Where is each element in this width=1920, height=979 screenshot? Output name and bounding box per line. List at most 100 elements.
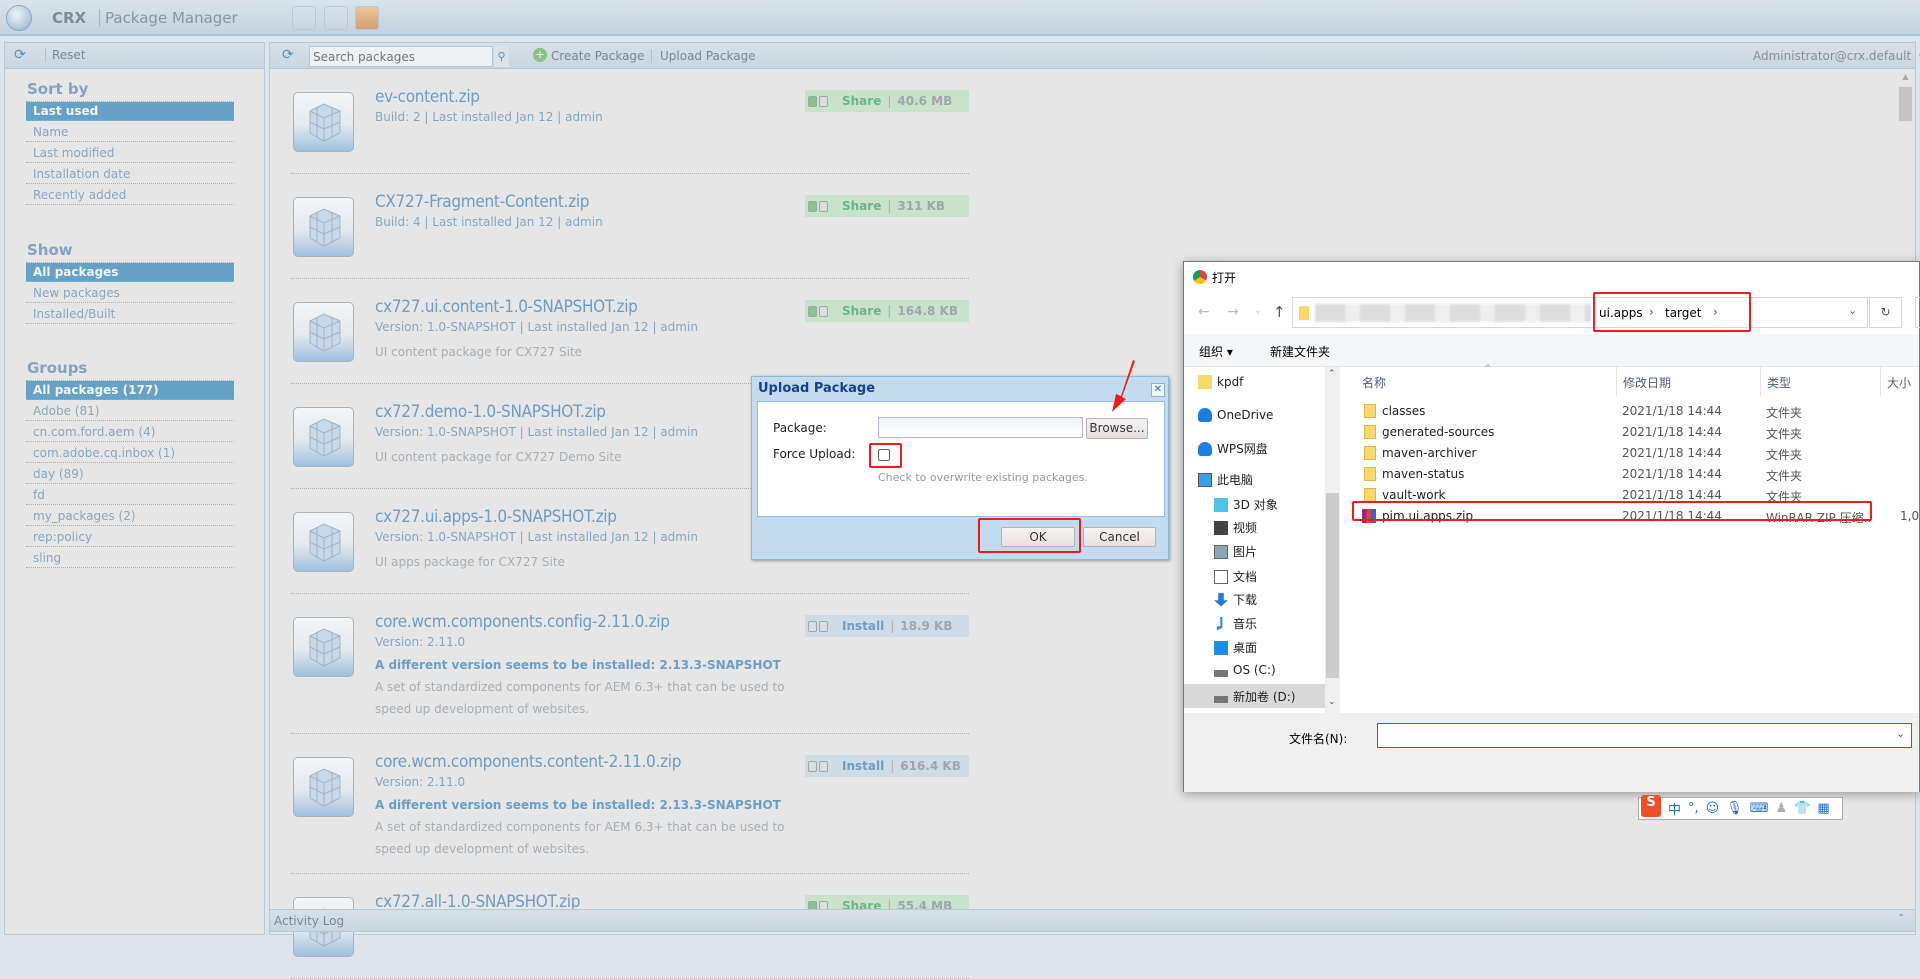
organize-button[interactable]: 组织 ▾ bbox=[1199, 343, 1233, 360]
scroll-down-icon[interactable]: ⌄ bbox=[1328, 697, 1336, 707]
upload-package-button[interactable]: Upload Package bbox=[651, 49, 756, 63]
keyboard-icon[interactable]: ⌨ bbox=[1750, 801, 1769, 816]
sidebar-show-item[interactable]: All packages bbox=[26, 263, 234, 282]
sidebar-groups-item[interactable]: All packages (177) bbox=[26, 381, 234, 400]
search-box[interactable] bbox=[1915, 297, 1920, 328]
file-row[interactable]: classes 2021/1/18 14:44 文件夹 bbox=[1352, 401, 1872, 421]
tools-icon[interactable] bbox=[292, 6, 316, 30]
toolbox-icon[interactable]: ▦ bbox=[1817, 801, 1829, 816]
search-input[interactable] bbox=[309, 46, 493, 67]
ime-mode-toggle[interactable]: 中 bbox=[1668, 799, 1681, 818]
package-row[interactable]: CX727-Fragment-Content.zip Build: 4 | Las… bbox=[291, 174, 969, 279]
sidebar-groups-item[interactable]: fd bbox=[26, 486, 234, 505]
expand-icon[interactable]: ⌃ bbox=[1897, 913, 1905, 924]
nav-item[interactable]: OS (C:) bbox=[1184, 659, 1325, 683]
file-row[interactable]: generated-sources 2021/1/18 14:44 文件夹 bbox=[1352, 422, 1872, 442]
browse-button[interactable]: Browse... bbox=[1086, 418, 1148, 439]
new-folder-button[interactable]: 新建文件夹 bbox=[1270, 343, 1330, 360]
sogou-logo-icon[interactable]: S bbox=[1641, 794, 1661, 817]
user-icon[interactable]: ♟ bbox=[1776, 801, 1788, 816]
activity-log-bar[interactable]: Activity Log ⌃ bbox=[270, 909, 1915, 932]
scroll-thumb[interactable] bbox=[1326, 493, 1339, 678]
address-bar[interactable]: ui.apps › target › ⌄ bbox=[1292, 297, 1868, 328]
microphone-icon[interactable]: 🎙 bbox=[1726, 801, 1743, 816]
filename-dropdown-icon[interactable]: ⌄ bbox=[1896, 727, 1905, 740]
package-row[interactable]: core.wcm.components.content-2.11.0.zip Ve… bbox=[291, 734, 969, 874]
sidebar-groups-item[interactable]: rep:policy bbox=[26, 528, 234, 547]
sidebar-groups-item[interactable]: my_packages (2) bbox=[26, 507, 234, 526]
nav-item[interactable]: 3D 对象 bbox=[1184, 492, 1325, 516]
reset-button[interactable]: Reset bbox=[45, 48, 86, 62]
package-name[interactable]: CX727-Fragment-Content.zip bbox=[375, 192, 590, 212]
nav-item[interactable]: kpdf bbox=[1184, 371, 1325, 395]
scroll-up-icon[interactable]: ⌃ bbox=[1328, 369, 1336, 379]
refresh-icon[interactable]: ↻ bbox=[1869, 297, 1902, 328]
package-name[interactable]: cx727.demo-1.0-SNAPSHOT.zip bbox=[375, 402, 606, 422]
sidebar-groups-item[interactable]: Adobe (81) bbox=[26, 402, 234, 421]
recent-chevron-icon[interactable]: ⌄ bbox=[1254, 306, 1262, 316]
scroll-thumb[interactable] bbox=[1899, 87, 1912, 121]
sidebar-sort-item[interactable]: Name bbox=[26, 123, 234, 142]
nav-item[interactable]: 下载 bbox=[1184, 587, 1325, 611]
share-icon[interactable] bbox=[355, 6, 379, 30]
share-button[interactable]: Share bbox=[842, 94, 881, 108]
emoji-icon[interactable]: ☺ bbox=[1706, 801, 1720, 816]
package-name[interactable]: core.wcm.components.content-2.11.0.zip bbox=[375, 752, 681, 772]
package-name[interactable]: ev-content.zip bbox=[375, 87, 480, 107]
sidebar-groups-item[interactable]: day (89) bbox=[26, 465, 234, 484]
share-button[interactable]: Share bbox=[842, 199, 881, 213]
cancel-button[interactable]: Cancel bbox=[1083, 527, 1156, 547]
sidebar-show-item[interactable]: Installed/Built bbox=[26, 305, 234, 324]
column-header[interactable]: 类型 bbox=[1767, 374, 1791, 391]
sidebar-groups-item[interactable]: cn.com.ford.aem (4) bbox=[26, 423, 234, 442]
nav-item[interactable]: 文档 bbox=[1184, 564, 1325, 588]
nav-item[interactable]: OneDrive bbox=[1184, 404, 1325, 428]
column-divider[interactable] bbox=[1616, 367, 1617, 397]
nav-item[interactable]: 新加卷 (D:) bbox=[1184, 684, 1325, 708]
nav-item[interactable]: 音乐 bbox=[1184, 611, 1325, 635]
package-row[interactable]: cx727.ui.content-1.0-SNAPSHOT.zip Version… bbox=[291, 279, 969, 384]
sidebar-groups-item[interactable]: sling bbox=[26, 549, 234, 568]
sidebar-sort-item[interactable]: Installation date bbox=[26, 165, 234, 184]
nav-item[interactable]: 此电脑 bbox=[1184, 467, 1325, 491]
up-icon[interactable]: ↑ bbox=[1273, 303, 1286, 321]
nav-item[interactable]: 桌面 bbox=[1184, 635, 1325, 659]
filename-input[interactable] bbox=[1377, 723, 1912, 748]
file-row[interactable]: maven-archiver 2021/1/18 14:44 文件夹 bbox=[1352, 443, 1872, 463]
package-row[interactable]: ev-content.zip Build: 2 | Last installed … bbox=[291, 69, 969, 174]
share-button[interactable]: Share bbox=[842, 304, 881, 318]
nav-item[interactable]: 图片 bbox=[1184, 539, 1325, 563]
forward-icon[interactable]: → bbox=[1227, 304, 1239, 320]
package-name[interactable]: cx727.ui.content-1.0-SNAPSHOT.zip bbox=[375, 297, 638, 317]
ime-punctuation-toggle[interactable]: °, bbox=[1688, 801, 1699, 816]
close-icon[interactable]: ✕ bbox=[1151, 383, 1165, 397]
sidebar-groups-item[interactable]: com.adobe.cq.inbox (1) bbox=[26, 444, 234, 463]
package-row[interactable]: core.wcm.components.config-2.11.0.zip Ver… bbox=[291, 594, 969, 734]
install-button[interactable]: Install bbox=[842, 619, 884, 633]
package-icon[interactable] bbox=[324, 6, 348, 30]
user-menu[interactable]: Administrator@crx.default ▼ bbox=[1753, 49, 1920, 63]
nav-scrollbar[interactable]: ⌃ ⌄ bbox=[1325, 367, 1340, 713]
column-divider[interactable] bbox=[1880, 367, 1881, 397]
nav-item[interactable]: WPS网盘 bbox=[1184, 436, 1325, 460]
sidebar-sort-item[interactable]: Last modified bbox=[26, 144, 234, 163]
column-header[interactable]: 大小 bbox=[1887, 374, 1911, 391]
skin-icon[interactable]: 👕 bbox=[1794, 801, 1810, 816]
package-file-input[interactable] bbox=[878, 417, 1083, 438]
sidebar-sort-item[interactable]: Recently added bbox=[26, 186, 234, 205]
refresh-icon[interactable]: ⟳ bbox=[282, 47, 294, 63]
scroll-up-icon[interactable]: ▲ bbox=[1899, 72, 1912, 81]
search-icon[interactable]: ⚲ bbox=[494, 46, 509, 67]
sidebar-show-item[interactable]: New packages bbox=[26, 284, 234, 303]
package-name[interactable]: core.wcm.components.config-2.11.0.zip bbox=[375, 612, 670, 632]
install-button[interactable]: Install bbox=[842, 759, 884, 773]
column-divider[interactable] bbox=[1760, 367, 1761, 397]
address-dropdown-icon[interactable]: ⌄ bbox=[1848, 304, 1857, 317]
package-name[interactable]: cx727.ui.apps-1.0-SNAPSHOT.zip bbox=[375, 507, 617, 527]
back-icon[interactable]: ← bbox=[1198, 304, 1210, 320]
create-package-button[interactable]: Create Package bbox=[551, 49, 644, 63]
column-header[interactable]: 名称 bbox=[1362, 374, 1386, 391]
nav-item[interactable]: 视频 bbox=[1184, 515, 1325, 539]
refresh-icon[interactable]: ⟳ bbox=[14, 47, 26, 63]
sidebar-sort-item[interactable]: Last used bbox=[26, 102, 234, 121]
